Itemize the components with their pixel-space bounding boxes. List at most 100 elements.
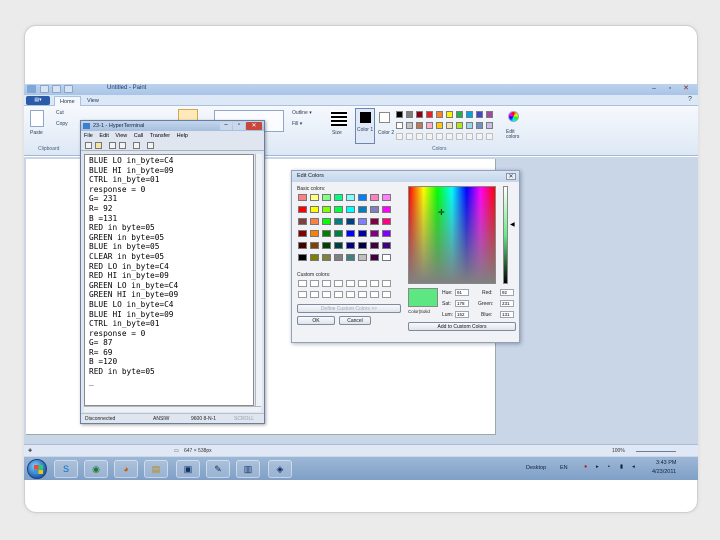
- basic-color-swatch[interactable]: [358, 206, 367, 213]
- basic-color-swatch[interactable]: [334, 242, 343, 249]
- custom-color-swatch[interactable]: [370, 291, 379, 298]
- custom-color-swatch[interactable]: [358, 291, 367, 298]
- basic-color-swatch[interactable]: [382, 206, 391, 213]
- palette-empty-swatch[interactable]: [436, 133, 443, 140]
- terminal-horizontal-scrollbar[interactable]: [84, 406, 261, 412]
- palette-color-swatch[interactable]: [406, 122, 413, 129]
- palette-empty-swatch[interactable]: [456, 133, 463, 140]
- basic-color-swatch[interactable]: [298, 218, 307, 225]
- palette-empty-swatch[interactable]: [446, 133, 453, 140]
- basic-color-swatch[interactable]: [370, 230, 379, 237]
- globe-taskbar-icon[interactable]: ◉: [84, 460, 108, 478]
- custom-color-swatch[interactable]: [322, 291, 331, 298]
- tray-icon-3[interactable]: ▪: [608, 464, 610, 470]
- basic-color-swatch[interactable]: [358, 194, 367, 201]
- menu-file[interactable]: File: [84, 133, 93, 139]
- custom-color-swatch[interactable]: [310, 291, 319, 298]
- help-icon[interactable]: ?: [684, 96, 696, 104]
- basic-color-swatch[interactable]: [322, 254, 331, 261]
- palette-color-swatch[interactable]: [436, 122, 443, 129]
- ht-minimize-button[interactable]: –: [220, 122, 232, 130]
- terminal-taskbar-icon[interactable]: ▥: [236, 460, 260, 478]
- network-icon[interactable]: ▮: [620, 464, 623, 470]
- green-field[interactable]: 231: [500, 300, 514, 307]
- palette-empty-swatch[interactable]: [406, 133, 413, 140]
- basic-color-swatch[interactable]: [346, 194, 355, 201]
- menu-help[interactable]: Help: [177, 133, 188, 139]
- luminosity-slider[interactable]: [503, 186, 508, 284]
- basic-color-swatch[interactable]: [322, 218, 331, 225]
- menu-transfer[interactable]: Transfer: [150, 133, 170, 139]
- palette-empty-swatch[interactable]: [416, 133, 423, 140]
- palette-empty-swatch[interactable]: [396, 133, 403, 140]
- basic-color-swatch[interactable]: [370, 242, 379, 249]
- custom-color-swatch[interactable]: [358, 280, 367, 287]
- paste-label[interactable]: Paste: [30, 130, 43, 136]
- clock-time[interactable]: 3:43 PM: [656, 460, 676, 466]
- volume-icon[interactable]: ◂: [632, 464, 635, 470]
- basic-color-swatch[interactable]: [298, 206, 307, 213]
- paste-icon[interactable]: [30, 110, 44, 127]
- basic-color-swatch[interactable]: [334, 194, 343, 201]
- edit-colors-label[interactable]: Edit colors: [506, 130, 524, 140]
- basic-color-swatch[interactable]: [334, 230, 343, 237]
- size-label[interactable]: Size: [332, 130, 342, 136]
- copy-button[interactable]: Copy: [56, 121, 68, 127]
- basic-color-swatch[interactable]: [310, 206, 319, 213]
- clock-date[interactable]: 4/23/2011: [652, 469, 676, 475]
- firefox-taskbar-icon[interactable]: ◕: [114, 460, 138, 478]
- custom-color-swatch[interactable]: [346, 291, 355, 298]
- basic-color-swatch[interactable]: [382, 230, 391, 237]
- tray-icon-2[interactable]: ▸: [596, 464, 599, 470]
- start-button[interactable]: [27, 459, 47, 479]
- maximize-button[interactable]: ▫: [664, 85, 676, 93]
- palette-color-swatch[interactable]: [446, 111, 453, 118]
- basic-color-swatch[interactable]: [358, 254, 367, 261]
- palette-color-swatch[interactable]: [446, 122, 453, 129]
- hue-field[interactable]: 91: [455, 289, 469, 296]
- tab-view[interactable]: View: [82, 96, 104, 106]
- palette-empty-swatch[interactable]: [466, 133, 473, 140]
- notepad-taskbar-icon[interactable]: ✎: [206, 460, 230, 478]
- basic-color-swatch[interactable]: [298, 254, 307, 261]
- palette-color-swatch[interactable]: [396, 122, 403, 129]
- palette-color-swatch[interactable]: [416, 122, 423, 129]
- basic-color-swatch[interactable]: [370, 254, 379, 261]
- basic-color-swatch[interactable]: [382, 254, 391, 261]
- menu-view[interactable]: View: [115, 133, 127, 139]
- color2-label[interactable]: Color 2: [378, 130, 394, 136]
- basic-color-swatch[interactable]: [346, 218, 355, 225]
- basic-color-swatch[interactable]: [382, 194, 391, 201]
- palette-color-swatch[interactable]: [426, 122, 433, 129]
- outline-dropdown[interactable]: Outline ▾: [292, 110, 312, 116]
- paint-taskbar-icon[interactable]: ◈: [268, 460, 292, 478]
- redo-icon[interactable]: [64, 85, 73, 93]
- open-icon[interactable]: [95, 142, 102, 149]
- color1-button[interactable]: Color 1: [355, 108, 375, 144]
- basic-color-swatch[interactable]: [322, 230, 331, 237]
- palette-color-swatch[interactable]: [396, 111, 403, 118]
- basic-color-swatch[interactable]: [358, 218, 367, 225]
- basic-color-swatch[interactable]: [310, 230, 319, 237]
- palette-color-swatch[interactable]: [466, 122, 473, 129]
- cancel-button[interactable]: Cancel: [339, 316, 371, 325]
- terminal-screen[interactable]: BLUE LO in_byte=C4 BLUE HI in_byte=09 CTRL…: [84, 154, 254, 406]
- terminal-vertical-scrollbar[interactable]: [255, 154, 262, 406]
- palette-color-swatch[interactable]: [456, 111, 463, 118]
- palette-color-swatch[interactable]: [456, 122, 463, 129]
- basic-color-swatch[interactable]: [298, 230, 307, 237]
- palette-color-swatch[interactable]: [466, 111, 473, 118]
- cut-button[interactable]: Cut: [56, 110, 64, 116]
- ht-maximize-button[interactable]: ▫: [233, 122, 245, 130]
- palette-color-swatch[interactable]: [436, 111, 443, 118]
- sat-field[interactable]: 178: [455, 300, 469, 307]
- basic-color-swatch[interactable]: [298, 242, 307, 249]
- palette-empty-swatch[interactable]: [426, 133, 433, 140]
- zoom-slider[interactable]: [636, 451, 676, 452]
- custom-color-swatch[interactable]: [298, 280, 307, 287]
- basic-color-swatch[interactable]: [346, 242, 355, 249]
- basic-color-swatch[interactable]: [358, 230, 367, 237]
- palette-color-swatch[interactable]: [416, 111, 423, 118]
- explorer-taskbar-icon[interactable]: ▤: [144, 460, 168, 478]
- basic-color-swatch[interactable]: [346, 206, 355, 213]
